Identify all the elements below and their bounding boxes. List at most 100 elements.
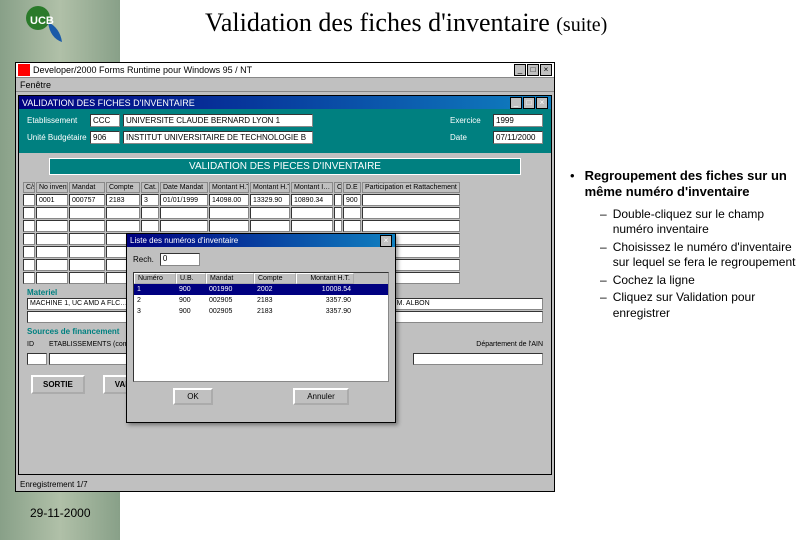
status-line: Enregistrement 1/7 bbox=[20, 480, 88, 489]
slide-title-text: Validation des fiches d'inventaire bbox=[205, 8, 550, 37]
popup-col-compte: Compte bbox=[254, 273, 296, 284]
sortie-button[interactable]: SORTIE bbox=[31, 375, 85, 394]
col-montant: Montant I… bbox=[291, 182, 333, 193]
popup-grid[interactable]: Numéro U.B. Mandat Compte Montant H.T. 1… bbox=[133, 272, 389, 382]
sub-bullet-text: Choisissez le numéro d'inventaire sur le… bbox=[613, 240, 800, 271]
label-exercice: Exercice bbox=[450, 116, 490, 125]
popup-col-mht: Montant H.T. bbox=[296, 273, 354, 284]
row-checkbox[interactable] bbox=[23, 207, 35, 219]
cell-ht: 14098.00 bbox=[209, 194, 249, 206]
sources-id-field[interactable] bbox=[27, 353, 47, 365]
col-htr: Montant H.T.R. bbox=[250, 182, 290, 193]
grid-row[interactable]: 0001 000757 2183 3 01/01/1999 14098.00 1… bbox=[23, 194, 547, 206]
field-etab-code[interactable]: CCC bbox=[90, 114, 120, 127]
col-mandat: Mandat bbox=[69, 182, 105, 193]
col-noinvent: No invent. bbox=[36, 182, 68, 193]
sub-bullet: –Choisissez le numéro d'inventaire sur l… bbox=[600, 240, 800, 271]
inner-minimize-button[interactable]: _ bbox=[510, 97, 522, 109]
close-button[interactable]: × bbox=[540, 64, 552, 76]
row-checkbox[interactable] bbox=[23, 272, 35, 284]
materiel-person[interactable]: M. ALBON bbox=[394, 298, 543, 310]
popup-cancel-button[interactable]: Annuler bbox=[293, 388, 349, 405]
row-checkbox[interactable] bbox=[23, 194, 35, 206]
popup-search-row: Rech. 0 bbox=[133, 253, 389, 266]
cell-htr: 13329.90 bbox=[250, 194, 290, 206]
cell-c bbox=[334, 194, 342, 206]
popup-dialog: Liste des numéros d'inventaire × Rech. 0… bbox=[126, 233, 396, 423]
form-header: Etablissement CCC UNIVERSITE CLAUDE BERN… bbox=[19, 109, 551, 153]
inner-close-button[interactable]: × bbox=[536, 97, 548, 109]
sources-right: Département de l'AIN bbox=[476, 341, 543, 348]
dash-icon: – bbox=[600, 240, 607, 271]
field-exercice[interactable]: 1999 bbox=[493, 114, 543, 127]
col-de: D.E bbox=[343, 182, 361, 193]
menubar[interactable]: Fenêtre bbox=[16, 78, 554, 92]
grid-row[interactable] bbox=[23, 220, 547, 232]
row-checkbox[interactable] bbox=[23, 259, 35, 271]
cell-noinv[interactable]: 0001 bbox=[36, 194, 68, 206]
main-bullet-text: Regroupement des fiches sur un même numé… bbox=[585, 168, 800, 201]
inner-title-text: VALIDATION DES FICHES D'INVENTAIRE bbox=[22, 98, 195, 108]
field-etab-name[interactable]: UNIVERSITE CLAUDE BERNARD LYON 1 bbox=[123, 114, 313, 127]
popup-ok-button[interactable]: OK bbox=[173, 388, 213, 405]
footer-date: 29-11-2000 bbox=[30, 506, 91, 520]
popup-grid-row[interactable]: 1 900 001990 2002 10008.54 bbox=[134, 284, 388, 295]
field-ub-code[interactable]: 906 bbox=[90, 131, 120, 144]
popup-title: Liste des numéros d'inventaire bbox=[130, 236, 238, 245]
popup-grid-header: Numéro U.B. Mandat Compte Montant H.T. bbox=[134, 273, 388, 284]
col-compte: Compte bbox=[106, 182, 140, 193]
field-date[interactable]: 07/11/2000 bbox=[493, 131, 543, 144]
bullet-content: • Regroupement des fiches sur un même nu… bbox=[570, 168, 800, 324]
app-title: Developer/2000 Forms Runtime pour Window… bbox=[33, 65, 514, 75]
popup-grid-row[interactable]: 3 900 002905 2183 3357.90 bbox=[134, 306, 388, 317]
cell-compte: 2183 bbox=[106, 194, 140, 206]
slide-title-suffix: (suite) bbox=[556, 14, 607, 36]
popup-buttons: OK Annuler bbox=[133, 388, 389, 405]
sources-dept-field[interactable] bbox=[413, 353, 543, 365]
sub-bullet: –Cochez la ligne bbox=[600, 273, 800, 289]
popup-close-button[interactable]: × bbox=[380, 235, 392, 247]
field-ub-name[interactable]: INSTITUT UNIVERSITAIRE DE TECHNOLOGIE B bbox=[123, 131, 313, 144]
grid-header: C/s No invent. Mandat Compte Cat. Date M… bbox=[23, 182, 547, 193]
app-icon bbox=[18, 64, 30, 76]
dash-icon: – bbox=[600, 273, 607, 289]
row-checkbox[interactable] bbox=[23, 246, 35, 258]
col-c: C bbox=[334, 182, 342, 193]
label-unite: Unité Budgétaire bbox=[27, 133, 87, 142]
cell-date: 01/01/1999 bbox=[160, 194, 208, 206]
main-bullet: • Regroupement des fiches sur un même nu… bbox=[570, 168, 800, 201]
sub-bullet-text: Cliquez sur Validation pour enregistrer bbox=[613, 290, 800, 321]
slide-title: Validation des fiches d'inventaire (suit… bbox=[205, 8, 607, 38]
grid-row[interactable] bbox=[23, 207, 547, 219]
popup-col-mandat: Mandat bbox=[206, 273, 254, 284]
bullet-dot-icon: • bbox=[570, 168, 575, 201]
app-titlebar[interactable]: Developer/2000 Forms Runtime pour Window… bbox=[16, 63, 554, 78]
cell-mandat: 000757 bbox=[69, 194, 105, 206]
col-datemandat: Date Mandat bbox=[160, 182, 208, 193]
section-heading: VALIDATION DES PIECES D'INVENTAIRE bbox=[49, 158, 521, 175]
popup-rech-input[interactable]: 0 bbox=[160, 253, 200, 266]
inner-titlebar[interactable]: VALIDATION DES FICHES D'INVENTAIRE _ □ × bbox=[19, 96, 551, 109]
popup-col-numero: Numéro bbox=[134, 273, 176, 284]
row-checkbox[interactable] bbox=[23, 233, 35, 245]
popup-titlebar[interactable]: Liste des numéros d'inventaire × bbox=[127, 234, 395, 247]
cell-montant: 10890.34 bbox=[291, 194, 333, 206]
cell-part bbox=[362, 194, 460, 206]
sub-bullet-text: Double-cliquez sur le champ numéro inven… bbox=[613, 207, 800, 238]
maximize-button[interactable]: □ bbox=[527, 64, 539, 76]
sub-bullet-text: Cochez la ligne bbox=[613, 273, 695, 289]
popup-col-ub: U.B. bbox=[176, 273, 206, 284]
popup-grid-row[interactable]: 2 900 002905 2183 3357.90 bbox=[134, 295, 388, 306]
row-checkbox[interactable] bbox=[23, 220, 35, 232]
inner-maximize-button[interactable]: □ bbox=[523, 97, 535, 109]
minimize-button[interactable]: _ bbox=[514, 64, 526, 76]
cell-cat: 3 bbox=[141, 194, 159, 206]
label-etablissement: Etablissement bbox=[27, 116, 87, 125]
sources-hd-id: ID bbox=[27, 341, 47, 348]
app-window: Developer/2000 Forms Runtime pour Window… bbox=[15, 62, 555, 492]
logo: UCB bbox=[20, 0, 70, 50]
sub-bullet: –Double-cliquez sur le champ numéro inve… bbox=[600, 207, 800, 238]
svg-text:UCB: UCB bbox=[30, 15, 54, 27]
dash-icon: – bbox=[600, 207, 607, 238]
dash-icon: – bbox=[600, 290, 607, 321]
